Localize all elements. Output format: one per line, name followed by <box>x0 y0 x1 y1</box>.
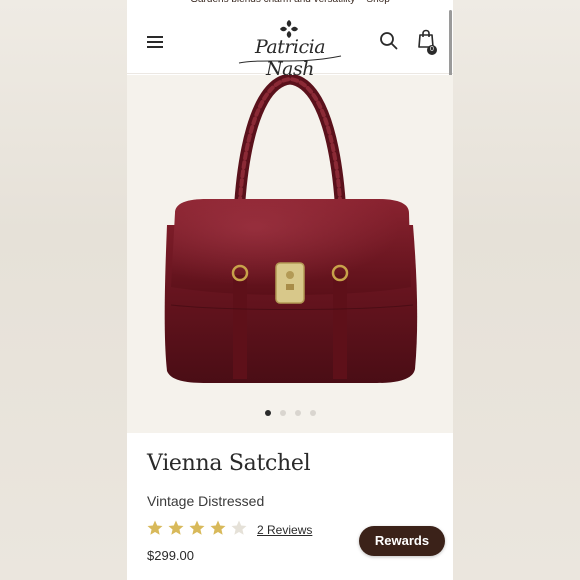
search-icon[interactable] <box>379 31 399 51</box>
background-left <box>0 0 127 580</box>
reviews-link[interactable]: 2 Reviews <box>257 523 312 537</box>
brand-logo[interactable]: Patricia Nash <box>233 18 347 80</box>
site-header: Patricia Nash 0 <box>127 8 453 80</box>
star-empty-icon <box>231 520 247 535</box>
menu-icon[interactable] <box>147 36 163 48</box>
logo-swash <box>238 55 342 64</box>
product-image <box>164 75 418 383</box>
rewards-button[interactable]: Rewards <box>359 526 445 556</box>
promo-banner[interactable]: Gardens blends charm and versatility – S… <box>127 0 453 8</box>
star-icon <box>189 520 205 535</box>
product-gallery[interactable] <box>127 75 453 433</box>
background-right <box>453 0 580 580</box>
star-icon <box>168 520 184 535</box>
carousel-dot[interactable] <box>279 410 286 416</box>
mobile-page: Gardens blends charm and versatility – S… <box>127 0 453 580</box>
product-price: $299.00 <box>147 548 194 563</box>
star-icon <box>210 520 226 535</box>
carousel-dot[interactable] <box>309 410 316 416</box>
product-variant: Vintage Distressed <box>147 493 265 509</box>
carousel-dots <box>127 410 453 418</box>
carousel-dot[interactable] <box>264 410 271 416</box>
product-title: Vienna Satchel <box>147 451 311 476</box>
cart-count-badge: 0 <box>427 45 437 55</box>
star-icon <box>147 520 163 535</box>
star-rating[interactable] <box>146 519 248 537</box>
carousel-dot[interactable] <box>294 410 301 416</box>
product-info: Vienna Satchel Vintage Distressed 2 Revi… <box>127 433 453 580</box>
